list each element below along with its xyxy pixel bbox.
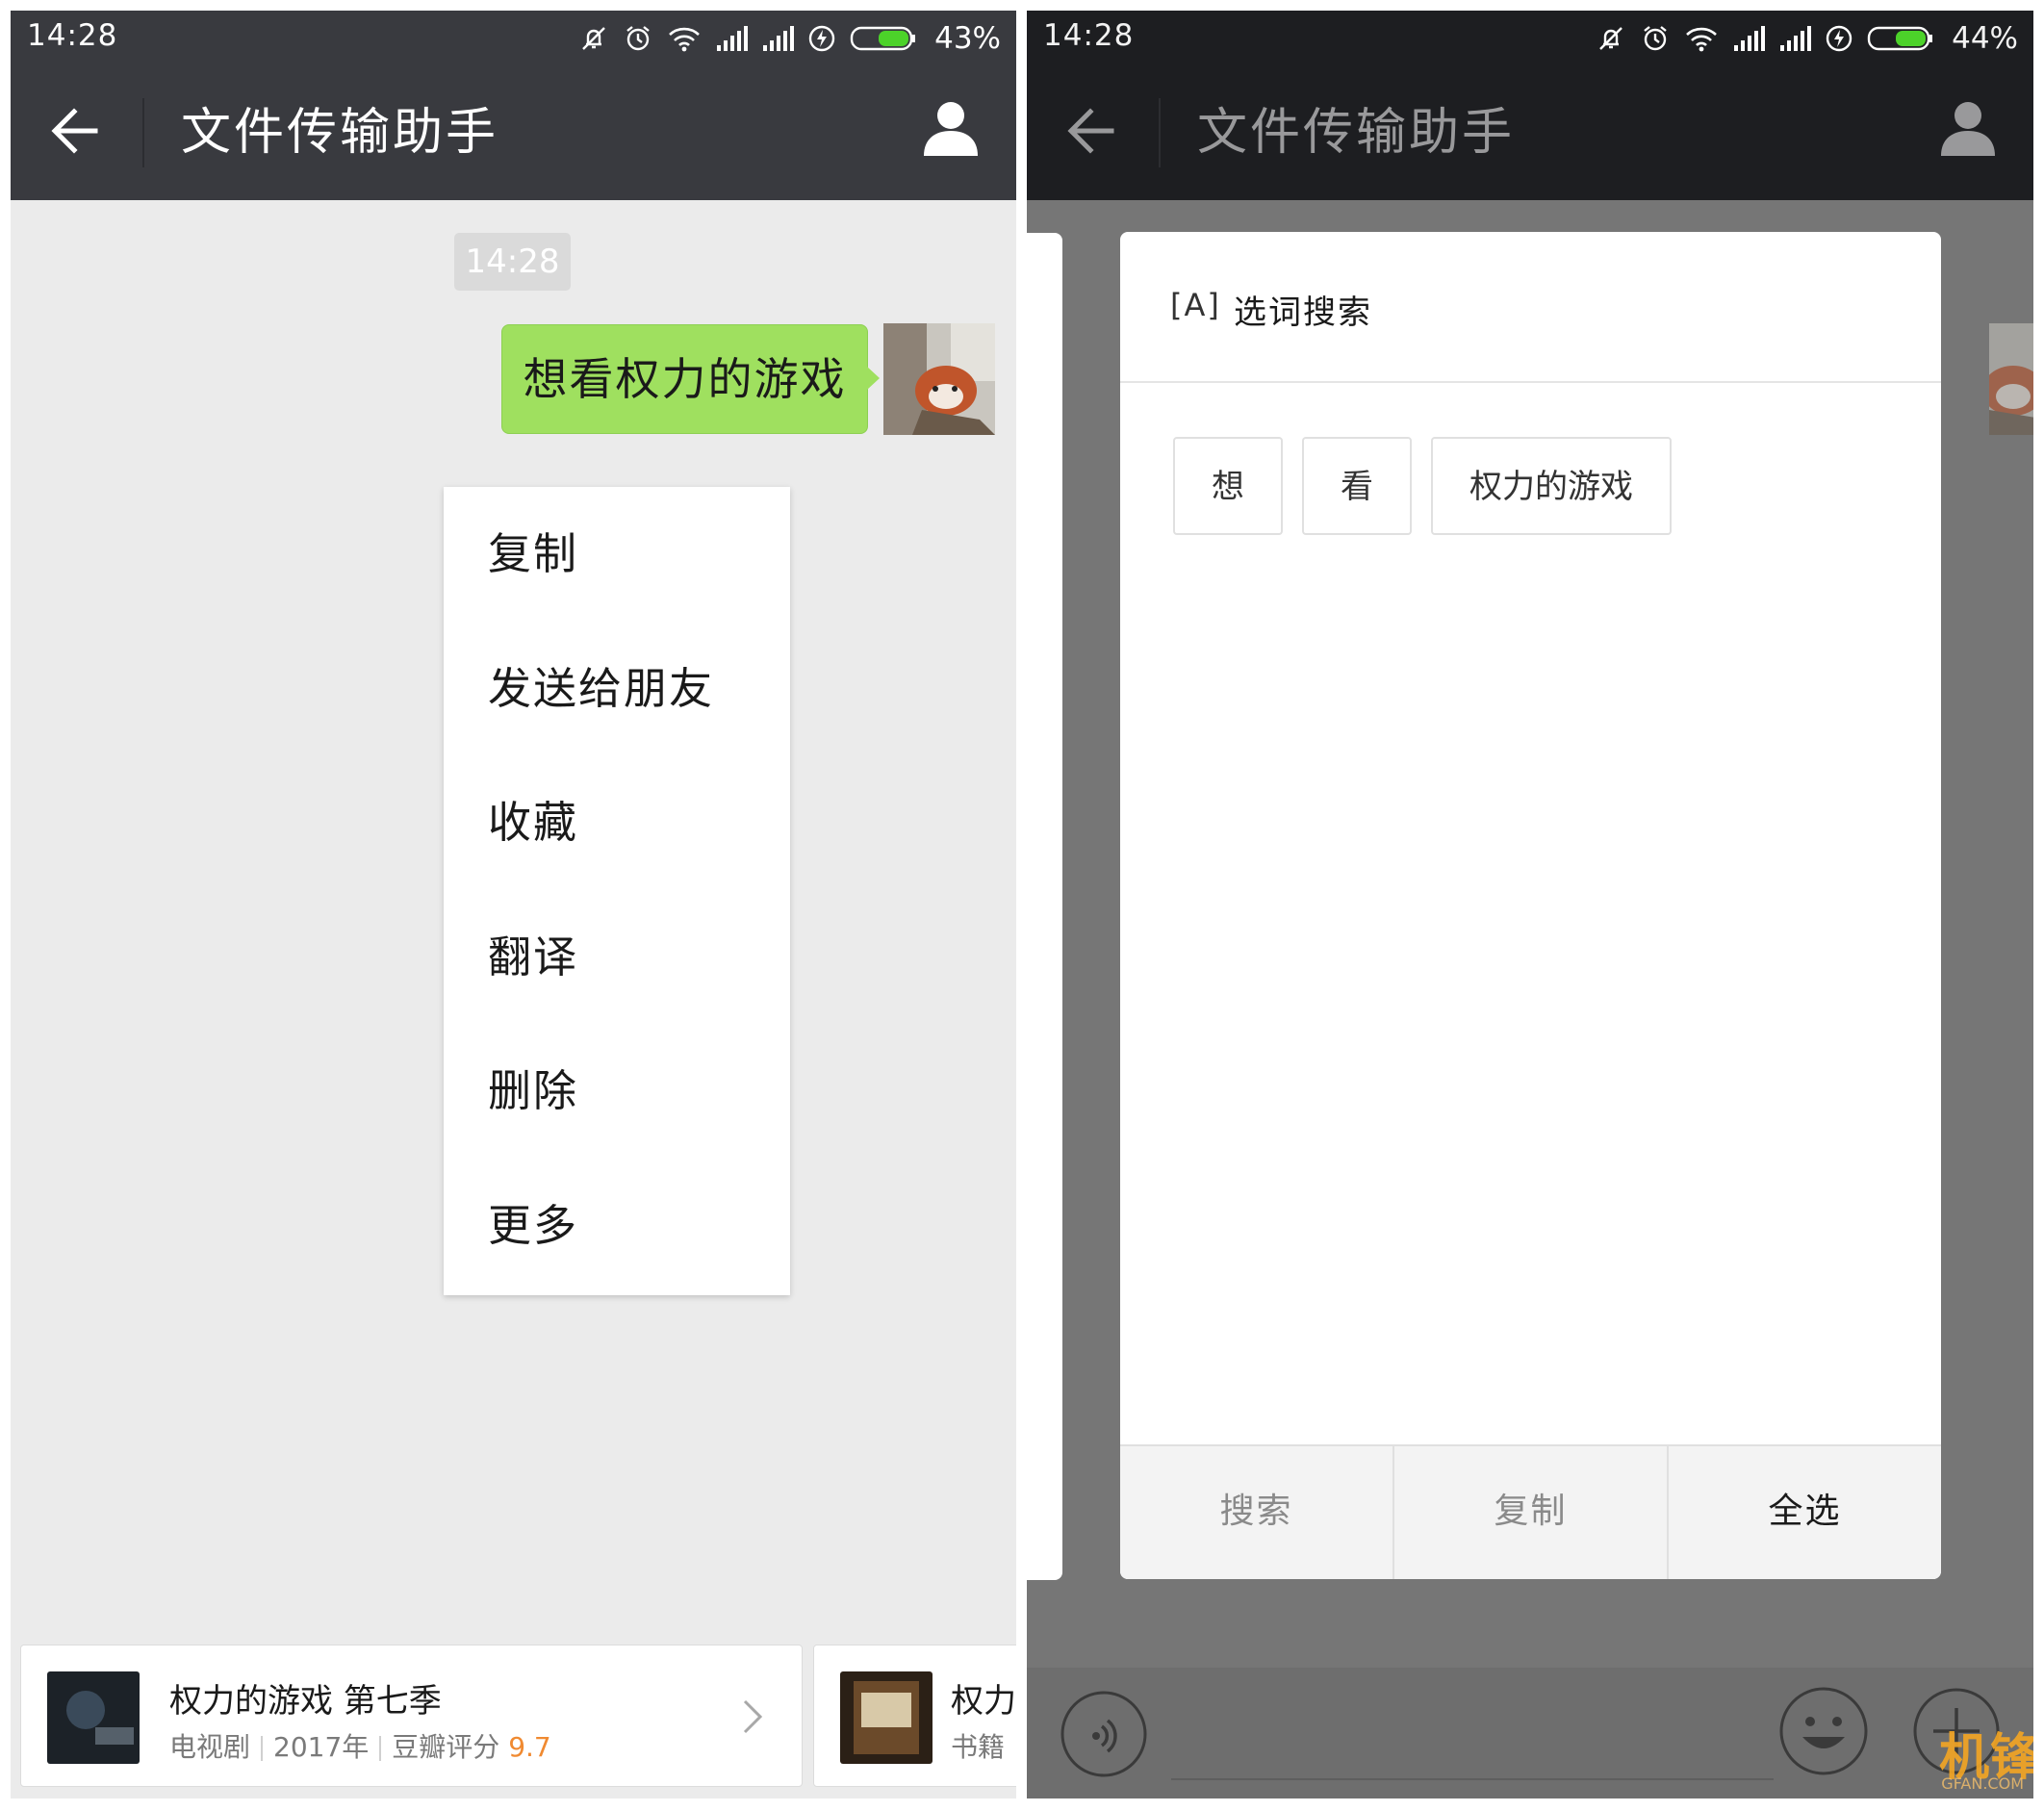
- status-bar: 14:28 44%: [1027, 11, 2033, 65]
- page-title: 文件传输助手: [1197, 104, 1516, 162]
- word-chip[interactable]: 想: [1173, 437, 1283, 535]
- person-icon[interactable]: [920, 96, 982, 158]
- emoji-icon[interactable]: [1777, 1685, 1870, 1777]
- message-input[interactable]: [1171, 1778, 1774, 1780]
- card-type: 电视剧: [169, 1731, 251, 1763]
- word-select-icon: [A]: [1170, 287, 1221, 323]
- dialog-title: 选词搜索: [1234, 293, 1372, 332]
- battery-icon: [850, 26, 916, 51]
- avatar: [1989, 323, 2033, 435]
- card-thumbnail: [47, 1671, 140, 1764]
- context-menu: 复制 发送给朋友 收藏 翻译 删除 更多: [444, 487, 790, 1295]
- search-button[interactable]: 搜索: [1120, 1446, 1394, 1579]
- status-icons: 43%: [578, 21, 1001, 56]
- menu-item-delete[interactable]: 删除: [444, 1024, 790, 1159]
- silent-icon: [582, 27, 605, 50]
- charging-icon: [1826, 25, 1852, 52]
- status-icons: 44%: [1596, 21, 2018, 56]
- card-type: 书籍: [951, 1731, 1006, 1763]
- wifi-icon: [669, 27, 700, 52]
- battery-icon: [1867, 26, 1933, 51]
- signal-icon: [1780, 26, 1812, 51]
- search-result-card[interactable]: 权力的游戏 第七季 电视剧 2017年 豆瓣评分 9.7: [20, 1645, 803, 1787]
- page-title: 文件传输助手: [181, 104, 499, 162]
- card-rating: 9.7: [508, 1731, 551, 1763]
- alarm-icon: [626, 26, 650, 51]
- message-bubble[interactable]: 想看权力的游戏: [501, 324, 868, 434]
- card-thumbnail: [840, 1671, 933, 1764]
- watermark-sub: GFAN.COM: [1941, 1774, 2024, 1793]
- menu-item-more[interactable]: 更多: [444, 1159, 790, 1293]
- alarm-icon: [1644, 26, 1667, 51]
- signal-icon: [717, 26, 749, 51]
- word-search-dialog: [A] 选词搜索 想 看 权力的游戏 搜索 复制 全选: [1120, 232, 1941, 1579]
- wifi-icon: [1686, 27, 1717, 52]
- menu-item-copy[interactable]: 复制: [444, 487, 790, 622]
- chat-timestamp: 14:28: [454, 233, 571, 291]
- card-year: 2017年: [273, 1731, 370, 1763]
- menu-item-send-to-friend[interactable]: 发送给朋友: [444, 622, 790, 756]
- card-subtitle: 电视剧 2017年 豆瓣评分 9.7: [169, 1726, 551, 1765]
- dialog-header: [A] 选词搜索: [1120, 232, 1941, 383]
- card-title: 权力的游戏 第七季: [169, 1682, 442, 1721]
- chevron-right-icon: [743, 1699, 763, 1734]
- word-chip[interactable]: 看: [1302, 437, 1412, 535]
- status-time: 14:28: [27, 18, 118, 53]
- right-screen: 14:28 44% 文件传输助手 [A] 选词搜索 想 看 权力的游戏 搜索 复…: [1027, 11, 2033, 1798]
- signal-icon: [1734, 26, 1766, 51]
- signal-icon: [763, 26, 795, 51]
- avatar[interactable]: [883, 323, 995, 435]
- status-time: 14:28: [1043, 18, 1135, 53]
- person-icon[interactable]: [1937, 96, 1999, 158]
- menu-item-favorite[interactable]: 收藏: [444, 755, 790, 890]
- word-chips: 想 看 权力的游戏: [1173, 437, 1672, 535]
- back-arrow-icon[interactable]: [49, 104, 99, 158]
- menu-item-translate[interactable]: 翻译: [444, 890, 790, 1025]
- title-bar: 文件传输助手: [1027, 65, 2033, 200]
- battery-percent: 44%: [1952, 21, 2018, 56]
- voice-icon[interactable]: [1060, 1690, 1148, 1778]
- back-arrow-icon[interactable]: [1065, 104, 1115, 158]
- bubble-tail: [867, 367, 880, 390]
- input-bar: 机锋 GFAN.COM: [1027, 1668, 2033, 1798]
- charging-icon: [808, 25, 835, 52]
- copy-button[interactable]: 复制: [1394, 1446, 1669, 1579]
- background-card-edge: [1027, 233, 1062, 1580]
- battery-percent: 43%: [934, 21, 1001, 56]
- status-bar: 14:28 43%: [11, 11, 1016, 65]
- card-rating-label: 豆瓣评分: [392, 1731, 500, 1763]
- title-divider: [142, 98, 144, 167]
- search-result-card[interactable]: 权力 书籍: [813, 1645, 1016, 1787]
- left-screen: 14:28 43% 文件传输助手 14:28 想看权力的游戏 复制 发送给朋友 …: [11, 11, 1016, 1798]
- silent-icon: [1599, 27, 1622, 50]
- card-title: 权力: [951, 1682, 1016, 1721]
- title-bar: 文件传输助手: [11, 65, 1016, 200]
- dialog-footer: 搜索 复制 全选: [1120, 1444, 1941, 1579]
- word-chip[interactable]: 权力的游戏: [1431, 437, 1672, 535]
- title-divider: [1159, 98, 1161, 167]
- select-all-button[interactable]: 全选: [1669, 1446, 1941, 1579]
